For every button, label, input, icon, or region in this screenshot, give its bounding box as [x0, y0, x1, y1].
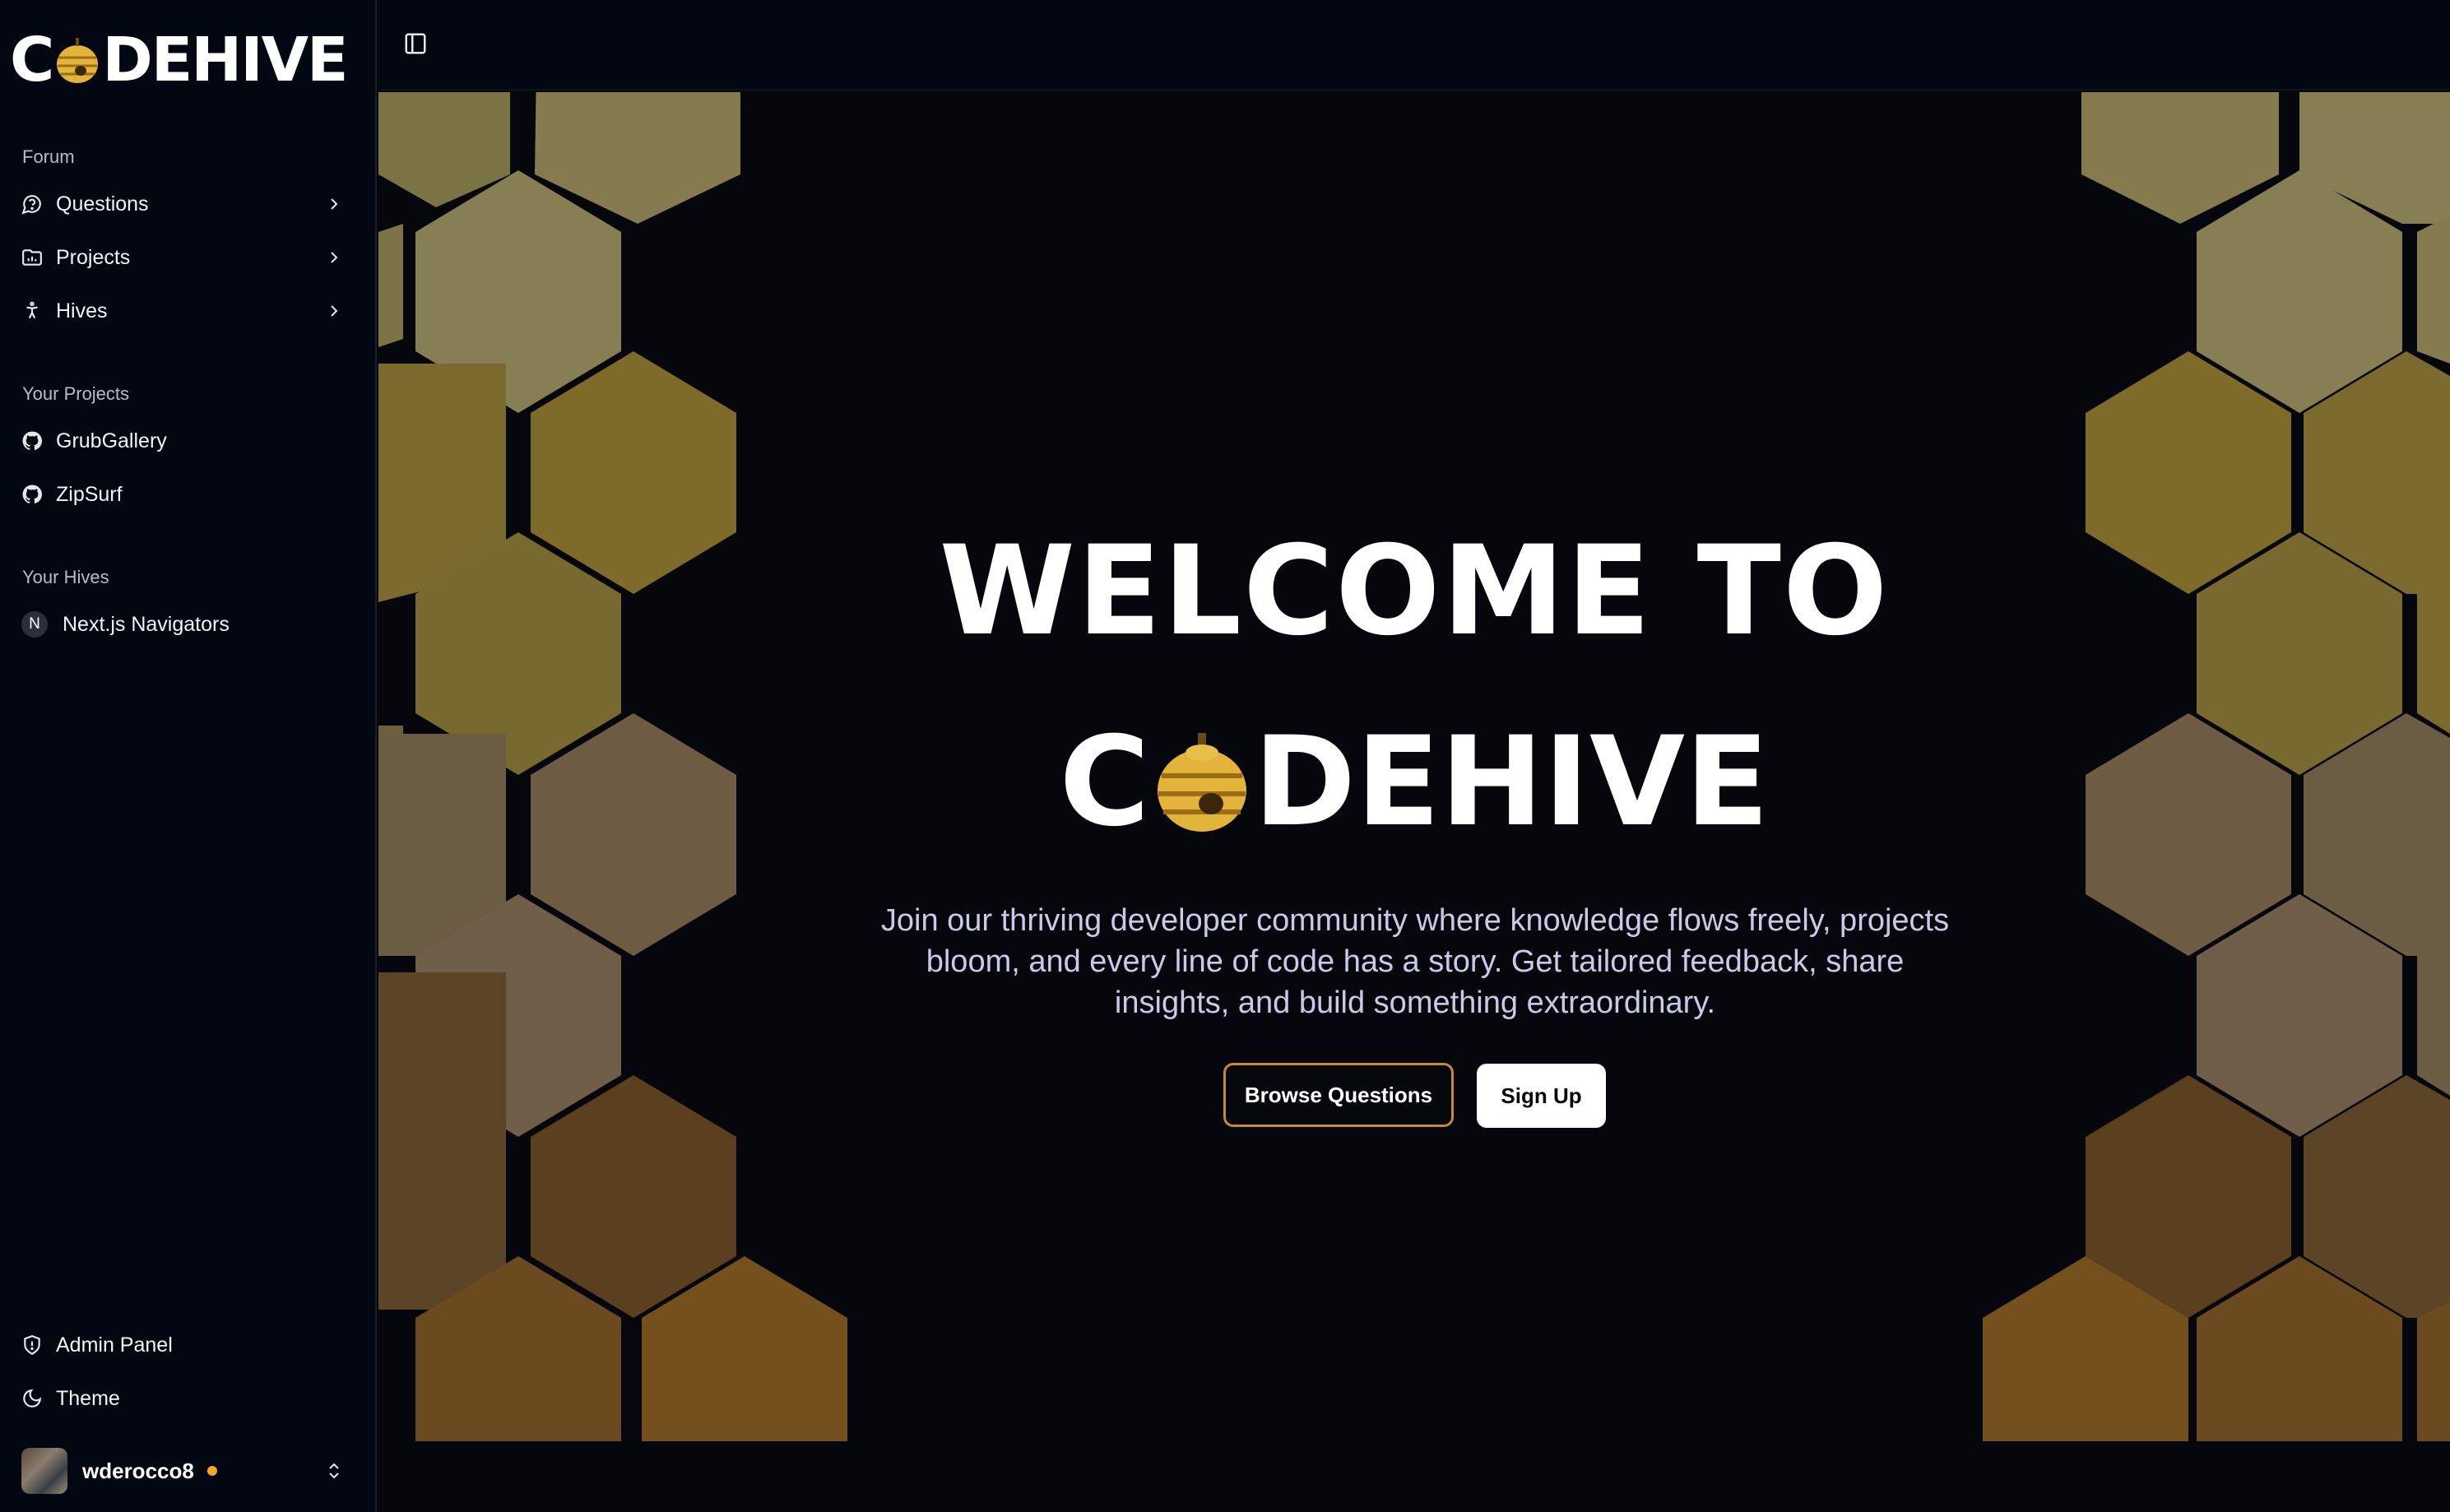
- section-label-your-projects: Your Projects: [22, 383, 130, 404]
- hero-title-c: C: [1059, 711, 1150, 854]
- sidebar-item-admin-panel[interactable]: Admin Panel: [8, 1322, 360, 1368]
- avatar: [21, 1448, 67, 1494]
- honeycomb-cell: [2417, 216, 2450, 364]
- sidebar-item-label: Hives: [56, 299, 108, 322]
- hero-title-line-2: C DEHIVE: [378, 711, 2450, 854]
- hero-title-line-1: WELCOME TO: [939, 520, 1890, 663]
- sidebar-toggle-icon[interactable]: [403, 31, 428, 56]
- beehive-icon: [57, 38, 99, 83]
- hero-description: Join our thriving developer community wh…: [880, 903, 1950, 1020]
- message-question-icon: [21, 195, 41, 215]
- sidebar-item-grubgallery[interactable]: GrubGallery: [8, 418, 360, 464]
- person-standing-icon: [26, 301, 38, 319]
- sidebar-item-label: GrubGallery: [56, 429, 167, 452]
- codehive-logo[interactable]: C DEHIVE: [10, 25, 349, 95]
- sidebar-item-label: Theme: [56, 1386, 120, 1410]
- chevrons-up-down-icon: [329, 1463, 339, 1479]
- sidebar-item-zipsurf[interactable]: ZipSurf: [8, 471, 360, 517]
- logo-text-dehive: DEHIVE: [102, 25, 348, 95]
- hero-section: WELCOME TO C DEHIVE Join our thriving de…: [378, 92, 2450, 1512]
- sidebar-item-nextjs-navigators[interactable]: N Next.js Navigators: [8, 601, 360, 647]
- sidebar-item-hives[interactable]: Hives: [8, 288, 360, 334]
- sidebar-item-theme[interactable]: Theme: [8, 1375, 360, 1422]
- shield-icon: [24, 1335, 40, 1356]
- honeycomb-cell: [378, 972, 506, 1310]
- chevron-right-icon: [331, 252, 338, 263]
- browse-questions-button[interactable]: Browse Questions: [1223, 1063, 1454, 1127]
- honeycomb-cell: [378, 224, 403, 347]
- sidebar-item-label: Questions: [56, 192, 149, 216]
- sign-up-button[interactable]: Sign Up: [1477, 1064, 1606, 1128]
- honeycomb-cell: [2417, 939, 2450, 1096]
- status-dot: [206, 1466, 217, 1476]
- sidebar-item-label: Projects: [56, 245, 131, 269]
- chevron-right-icon: [331, 198, 338, 210]
- sidebar-item-label: ZipSurf: [56, 482, 123, 506]
- hive-avatar-badge: N: [21, 611, 48, 638]
- moon-icon: [23, 1389, 42, 1408]
- sidebar-item-questions[interactable]: Questions: [8, 181, 360, 227]
- beehive-icon: [1157, 733, 1246, 832]
- top-bar: [378, 0, 2450, 90]
- sidebar: C DEHIVE Forum Questions Projects Hives …: [0, 0, 377, 1512]
- github-icon: [22, 431, 43, 450]
- sidebar-item-label: Admin Panel: [56, 1333, 173, 1357]
- hero-title-dehive: DEHIVE: [1253, 711, 1770, 854]
- sidebar-item-label: Next.js Navigators: [63, 612, 230, 636]
- section-label-forum: Forum: [22, 146, 75, 167]
- sidebar-item-projects[interactable]: Projects: [8, 234, 360, 281]
- username: wderocco8: [82, 1458, 194, 1483]
- section-label-your-hives: Your Hives: [22, 567, 109, 587]
- user-menu[interactable]: wderocco8: [8, 1445, 360, 1497]
- logo-text-c: C: [10, 25, 54, 95]
- chevron-right-icon: [331, 305, 338, 317]
- folder-chart-icon: [22, 249, 42, 266]
- github-icon: [22, 485, 43, 503]
- honeycomb-cell: [2417, 1301, 2450, 1441]
